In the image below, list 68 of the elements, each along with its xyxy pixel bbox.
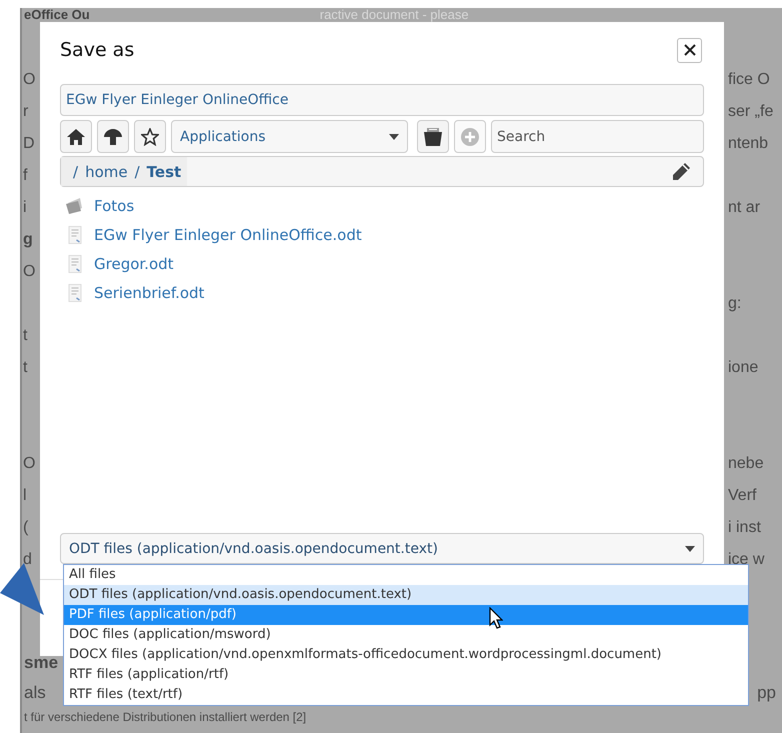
- mouse-cursor-icon: [489, 607, 503, 629]
- file-link[interactable]: Gregor.odt: [94, 254, 174, 272]
- document-text: pp: [757, 683, 776, 703]
- document-text: (: [23, 519, 28, 536]
- document-text: g:: [728, 295, 742, 312]
- close-icon: [684, 44, 696, 56]
- document-heading: eOffice Ou: [23, 8, 90, 22]
- dialog-title: Save as: [60, 39, 134, 61]
- document-icon: [66, 226, 84, 244]
- caret-icon: [389, 134, 399, 140]
- document-text: fice O: [728, 71, 770, 88]
- file-link[interactable]: EGw Flyer Einleger OnlineOffice.odt: [94, 226, 362, 244]
- document-text: ser „fe: [728, 103, 774, 120]
- up-arrow-icon: [104, 128, 122, 144]
- document-text: t für verschiedene Distributionen installiert werden [2]: [24, 710, 306, 724]
- document-text: als: [24, 683, 46, 703]
- file-type-dropdown[interactable]: ODT files (application/vnd.oasis.opendocument.text): [60, 533, 704, 564]
- path-separator: /: [73, 162, 78, 180]
- breadcrumb-link[interactable]: Test: [146, 162, 182, 180]
- close-button[interactable]: [677, 38, 702, 62]
- document-text: l: [23, 487, 27, 504]
- search-field[interactable]: Search: [491, 120, 704, 153]
- star-icon: [141, 128, 159, 146]
- pencil-icon[interactable]: [671, 162, 691, 182]
- up-button[interactable]: [97, 120, 129, 153]
- document-text: sme: [24, 653, 58, 673]
- favorite-button[interactable]: [134, 120, 166, 153]
- file-type-option[interactable]: PDF files (application/pdf): [64, 605, 748, 625]
- file-link[interactable]: Serienbrief.odt: [94, 284, 204, 302]
- document-icon: [66, 284, 84, 302]
- breadcrumb-link[interactable]: home: [85, 162, 128, 180]
- file-link[interactable]: Fotos: [94, 196, 134, 214]
- document-text: Verf: [728, 487, 756, 504]
- folder-icon: [423, 128, 443, 146]
- document-text: D: [23, 135, 35, 152]
- document-text: ntenb: [728, 135, 768, 152]
- file-type-option[interactable]: RTF files (application/rtf): [64, 665, 748, 685]
- filename-field[interactable]: EGw Flyer Einleger OnlineOffice: [60, 84, 704, 116]
- file-type-option[interactable]: ODT files (application/vnd.oasis.opendocument.text): [64, 585, 748, 605]
- new-folder-button[interactable]: [417, 120, 449, 153]
- document-text: t: [23, 359, 28, 376]
- caret-icon: [685, 546, 695, 552]
- document-text: O: [23, 263, 36, 280]
- document-text: nt ar: [728, 199, 760, 216]
- document-text: t: [23, 327, 28, 344]
- document-text: ice w: [728, 551, 764, 568]
- document-text: i: [23, 199, 27, 216]
- document-text: g: [23, 231, 33, 248]
- document-text: ione: [728, 359, 758, 376]
- document-icon: [66, 254, 84, 272]
- document-text: r: [23, 103, 28, 120]
- file-type-option[interactable]: DOCX files (application/vnd.openxmlformats-officedocument.wordprocessingml.document): [64, 645, 748, 665]
- file-type-option[interactable]: RTF files (text/rtf): [64, 685, 748, 705]
- home-button[interactable]: [60, 120, 92, 153]
- document-text: d: [23, 551, 32, 568]
- location-dropdown[interactable]: Applications: [171, 120, 408, 153]
- document-text: nebe: [728, 455, 764, 472]
- pointer-arrow-icon: [0, 563, 44, 617]
- path-separator: /: [134, 162, 140, 180]
- plus-circle-icon: [461, 128, 479, 146]
- file-type-option[interactable]: All files: [64, 565, 748, 585]
- document-text: O: [23, 71, 36, 88]
- folder-icon: [66, 198, 84, 214]
- file-type-option[interactable]: DOC files (application/msword): [64, 625, 748, 645]
- home-icon: [67, 128, 85, 144]
- document-text: O: [23, 455, 36, 472]
- document-text: f: [23, 167, 28, 184]
- document-text: i inst: [728, 519, 761, 536]
